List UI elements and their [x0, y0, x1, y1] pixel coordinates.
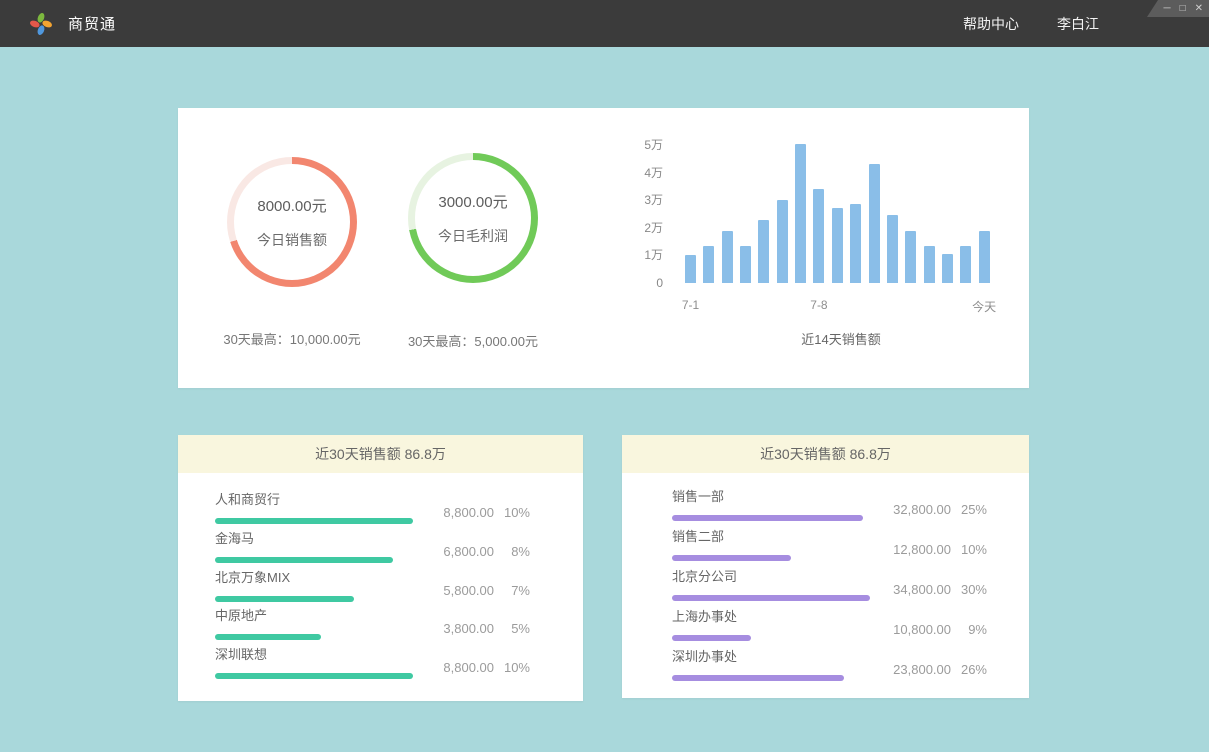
today-sales-label: 今日销售额	[257, 230, 327, 250]
maximize-icon[interactable]: □	[1180, 4, 1186, 14]
chart-y-tick: 2万	[593, 221, 663, 235]
chart-y-tick: 1万	[593, 248, 663, 262]
rank-item-percent: 30%	[951, 582, 987, 597]
chart-y-tick: 5万	[593, 138, 663, 152]
rank-row: 销售二部12,800.0010%	[672, 530, 1002, 560]
chart-y-tick: 4万	[593, 166, 663, 180]
app-title: 商贸通	[68, 13, 116, 34]
chart-bar[interactable]	[813, 189, 824, 283]
rank-row: 销售一部32,800.0025%	[672, 490, 1002, 520]
today-summary-card: 8000.00元 今日销售额 30天最高：10,000.00元 3000.00元…	[178, 108, 1029, 388]
customer-rank-card: 近30天销售额 86.8万 人和商贸行8,800.0010% 金海马6,800.0…	[178, 435, 583, 701]
today-profit-donut: 3000.00元 今日毛利润	[408, 153, 538, 283]
rank-item-percent: 5%	[494, 621, 530, 636]
rank-item-value: 23,800.00	[879, 662, 951, 677]
chart-x-tick: 今天	[972, 298, 996, 315]
pinwheel-logo-icon	[28, 11, 54, 37]
help-center-link[interactable]: 帮助中心	[963, 14, 1019, 34]
rank-item-percent: 26%	[951, 662, 987, 677]
chart-bar[interactable]	[850, 204, 861, 283]
rank-row: 金海马6,800.008%	[215, 532, 545, 562]
rank-item-percent: 8%	[494, 544, 530, 559]
rank-item-value: 10,800.00	[879, 622, 951, 637]
rank-item-percent: 7%	[494, 583, 530, 598]
chart-bar[interactable]	[832, 208, 843, 283]
chart-bar[interactable]	[758, 220, 769, 283]
chart-title: 近14天销售额	[685, 329, 997, 348]
chart-y-tick: 3万	[593, 193, 663, 207]
rank-item-bar	[672, 675, 844, 681]
chart-bar[interactable]	[905, 231, 916, 283]
rank-item-value: 32,800.00	[879, 502, 951, 517]
rank-item-bar	[672, 635, 751, 641]
chart-bar[interactable]	[979, 231, 990, 283]
chart-bar[interactable]	[703, 246, 714, 283]
rank-item-bar	[672, 595, 870, 601]
chart-bar[interactable]	[685, 255, 696, 283]
rank-row: 深圳办事处23,800.0026%	[672, 650, 1002, 680]
rank-item-percent: 10%	[951, 542, 987, 557]
window-controls: ─ □ ✕	[1147, 0, 1209, 17]
rank-item-percent: 10%	[494, 660, 530, 675]
rank-item-value: 8,800.00	[422, 505, 494, 520]
department-rank-card: 近30天销售额 86.8万 销售一部32,800.0025% 销售二部12,800…	[622, 435, 1029, 698]
chart-bar[interactable]	[777, 200, 788, 283]
department-rank-title: 近30天销售额 86.8万	[622, 435, 1029, 473]
rank-item-bar	[672, 515, 863, 521]
rank-item-bar	[215, 596, 354, 602]
chart-bar[interactable]	[722, 231, 733, 283]
today-sales-value: 8000.00元	[257, 195, 326, 216]
chart-bar[interactable]	[887, 215, 898, 283]
rank-item-percent: 9%	[951, 622, 987, 637]
department-rank-list: 销售一部32,800.0025% 销售二部12,800.0010% 北京分公司34,…	[622, 473, 1029, 698]
rank-row: 上海办事处10,800.009%	[672, 610, 1002, 640]
chart-bar[interactable]	[740, 246, 751, 283]
chart-bar[interactable]	[960, 246, 971, 283]
rank-item-value: 6,800.00	[422, 544, 494, 559]
chart-bar[interactable]	[924, 246, 935, 283]
rank-item-value: 12,800.00	[879, 542, 951, 557]
rank-item-bar	[215, 673, 413, 679]
today-profit-label: 今日毛利润	[438, 226, 508, 246]
rank-item-bar	[215, 557, 393, 563]
sales-14day-chart	[685, 145, 997, 283]
chart-x-tick: 7-1	[682, 298, 699, 312]
rank-item-value: 3,800.00	[422, 621, 494, 636]
rank-item-value: 5,800.00	[422, 583, 494, 598]
rank-item-value: 34,800.00	[879, 582, 951, 597]
rank-row: 深圳联想8,800.0010%	[215, 648, 545, 678]
topbar: 商贸通 帮助中心 李白江 ─ □ ✕	[0, 0, 1209, 47]
today-sales-donut: 8000.00元 今日销售额	[227, 157, 357, 287]
minimize-icon[interactable]: ─	[1163, 4, 1170, 14]
rank-row: 北京分公司34,800.0030%	[672, 570, 1002, 600]
rank-item-bar	[215, 518, 413, 524]
today-profit-value: 3000.00元	[438, 191, 507, 212]
customer-rank-list: 人和商贸行8,800.0010% 金海马6,800.008% 北京万象MIX5,80…	[178, 473, 583, 701]
chart-x-tick: 7-8	[810, 298, 827, 312]
rank-row: 北京万象MIX5,800.007%	[215, 571, 545, 601]
chart-y-tick: 0	[593, 276, 663, 290]
rank-item-percent: 25%	[951, 502, 987, 517]
rank-item-percent: 10%	[494, 505, 530, 520]
customer-rank-title: 近30天销售额 86.8万	[178, 435, 583, 473]
rank-item-value: 8,800.00	[422, 660, 494, 675]
chart-bar[interactable]	[869, 164, 880, 283]
rank-item-bar	[672, 555, 791, 561]
profit-30day-max: 30天最高：5,000.00元	[363, 331, 583, 350]
close-icon[interactable]: ✕	[1195, 4, 1203, 14]
rank-row: 人和商贸行8,800.0010%	[215, 493, 545, 523]
chart-bar[interactable]	[795, 144, 806, 283]
rank-item-bar	[215, 634, 321, 640]
rank-row: 中原地产3,800.005%	[215, 609, 545, 639]
chart-bar[interactable]	[942, 254, 953, 283]
user-name-link[interactable]: 李白江	[1057, 14, 1099, 34]
